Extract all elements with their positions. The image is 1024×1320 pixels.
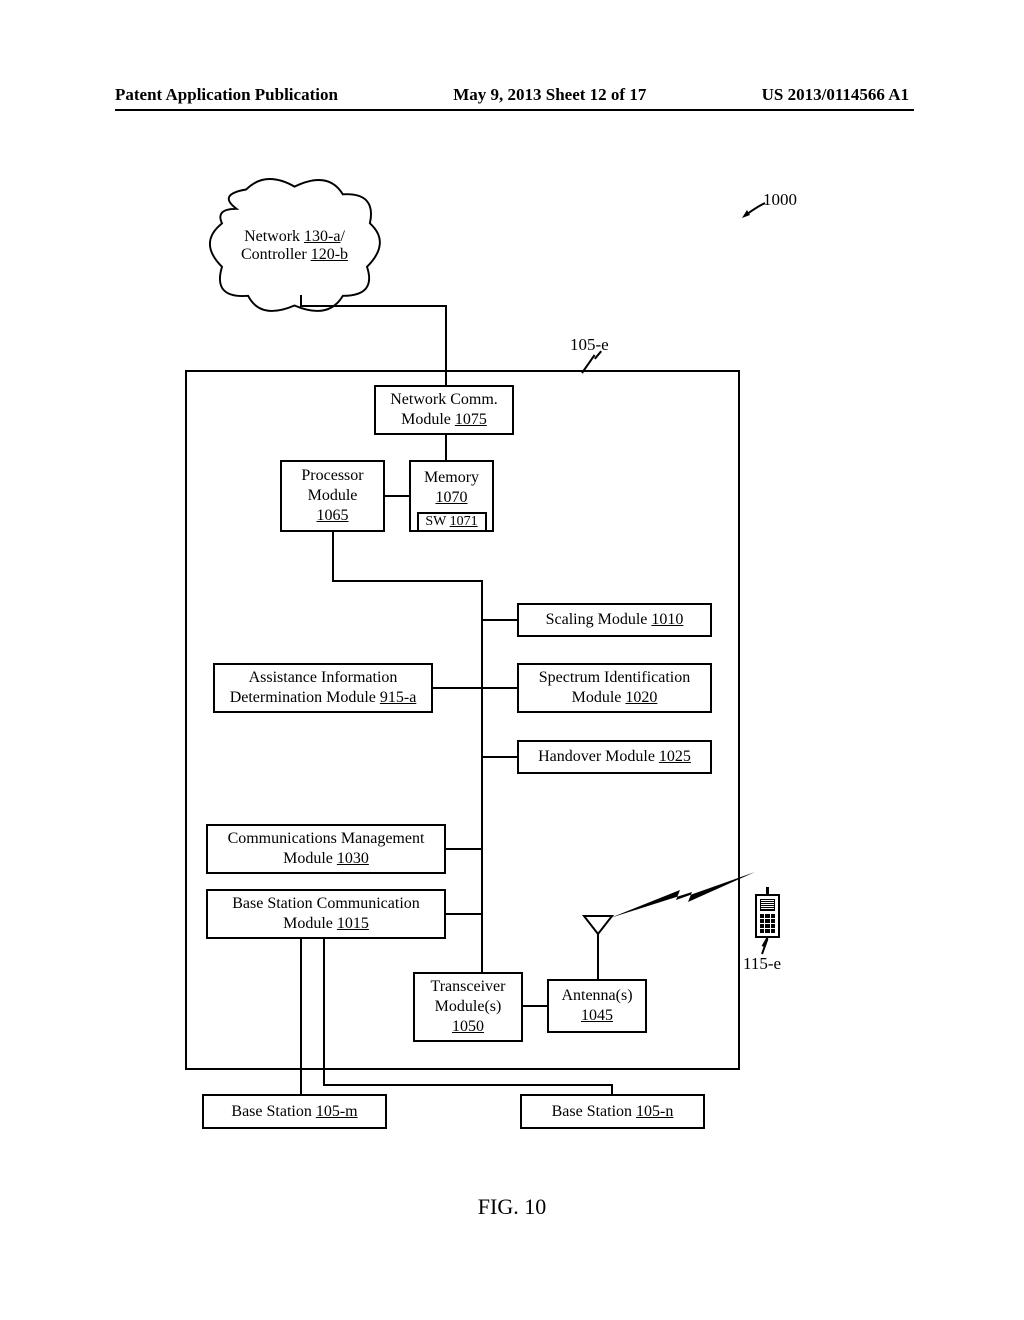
cloud-text: Network 130-a/ Controller 120-b bbox=[197, 228, 392, 264]
mobile-device-icon bbox=[755, 888, 780, 938]
conn-tx-ant bbox=[523, 1005, 547, 1007]
conn-cloud-horiz bbox=[300, 305, 446, 307]
block-bs-m: Base Station 105-m bbox=[202, 1094, 387, 1129]
conn-si bbox=[483, 687, 517, 689]
conn-proc-mem bbox=[385, 495, 409, 497]
block-comm-mgmt: Communications Management Module 1030 bbox=[206, 824, 446, 874]
network-cloud: Network 130-a/ Controller 120-b bbox=[197, 175, 392, 320]
block-bs-n: Base Station 105-n bbox=[520, 1094, 705, 1129]
conn-ho bbox=[483, 756, 517, 758]
conn-bsc-down1 bbox=[300, 939, 302, 1094]
block-scaling: Scaling Module 1010 bbox=[517, 603, 712, 637]
arrow-1000-icon bbox=[740, 200, 768, 220]
conn-bsc bbox=[446, 913, 481, 915]
diagram: 1000 Network 130-a/ Controller 120-b 105… bbox=[0, 0, 1024, 1320]
conn-bus-h bbox=[332, 580, 482, 582]
block-transceiver: Transceiver Module(s) 1050 bbox=[413, 972, 523, 1042]
block-assistance: Assistance Information Determination Mod… bbox=[213, 663, 433, 713]
ref-1000: 1000 bbox=[763, 190, 797, 210]
radio-link-icon bbox=[610, 870, 760, 935]
figure-caption: FIG. 10 bbox=[0, 1194, 1024, 1220]
conn-bsn-v bbox=[611, 1084, 613, 1094]
block-ncm: Network Comm. Module 1075 bbox=[374, 385, 514, 435]
block-sw: SW 1071 bbox=[417, 512, 487, 532]
conn-scale bbox=[483, 619, 517, 621]
conn-bsc-down2 bbox=[323, 939, 325, 1084]
block-bs-comm: Base Station Communication Module 1015 bbox=[206, 889, 446, 939]
block-handover: Handover Module 1025 bbox=[517, 740, 712, 774]
ref-115e: 115-e bbox=[743, 954, 781, 974]
conn-tx-top bbox=[481, 960, 483, 972]
conn-cloud-stub bbox=[300, 295, 302, 307]
conn-cmm bbox=[446, 848, 481, 850]
conn-ncm-mem bbox=[445, 435, 447, 460]
block-memory: Memory 1070 SW 1071 bbox=[409, 460, 494, 532]
ref-105e: 105-e bbox=[570, 335, 609, 355]
conn-bsn-h bbox=[323, 1084, 613, 1086]
conn-proc-bus bbox=[332, 532, 334, 580]
block-spectrum-id: Spectrum Identification Module 1020 bbox=[517, 663, 712, 713]
block-processor: Processor Module 1065 bbox=[280, 460, 385, 532]
conn-cloud-ncm bbox=[445, 305, 447, 385]
conn-ai bbox=[433, 687, 481, 689]
block-antenna: Antenna(s) 1045 bbox=[547, 979, 647, 1033]
